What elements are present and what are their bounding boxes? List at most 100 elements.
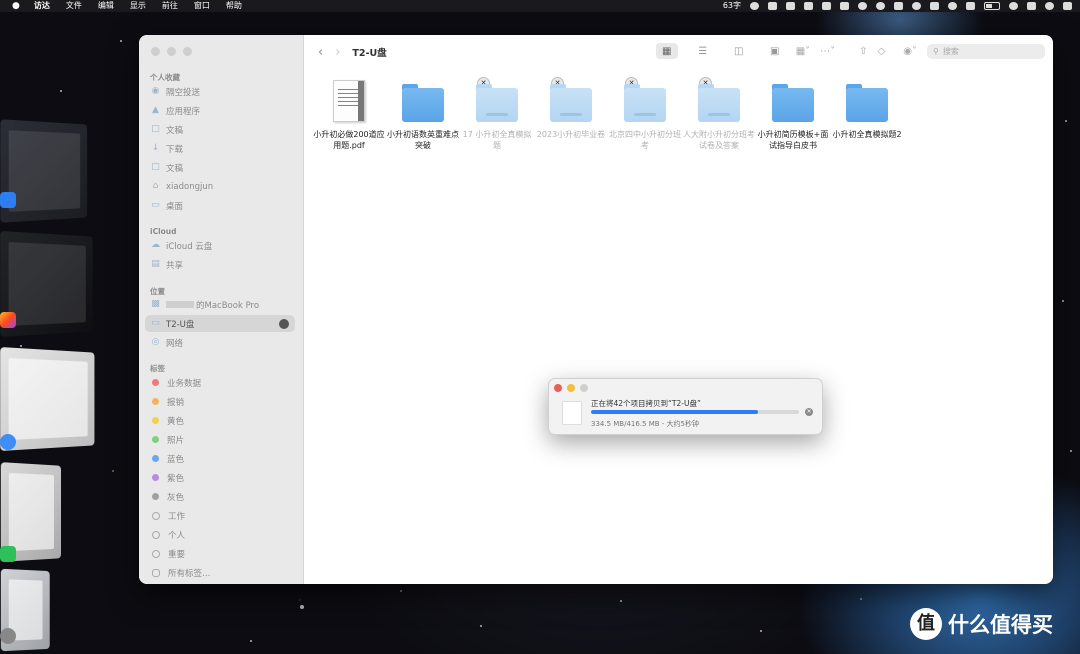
more-actions-icon[interactable]: ⋯˅ — [820, 46, 835, 57]
menu-go[interactable]: 前往 — [154, 0, 186, 12]
control-center-icon[interactable] — [1063, 2, 1072, 10]
settings-app-icon[interactable] — [0, 628, 16, 644]
stage-manager-window-3[interactable] — [0, 347, 95, 451]
battery-icon[interactable] — [984, 2, 1000, 10]
file-item[interactable]: 小升初必做200道应用题.pdf — [312, 79, 386, 151]
sidebar-tag-yellow[interactable]: 黄色 — [145, 412, 295, 429]
share-icon[interactable]: ⇧ — [859, 46, 867, 57]
play-icon[interactable] — [912, 2, 921, 10]
word-count-status[interactable]: 63字 — [723, 0, 741, 12]
dialog-close-button[interactable] — [554, 384, 562, 392]
sidebar-tag-personal[interactable]: 个人 — [145, 526, 295, 543]
download-icon: ↓ — [151, 143, 160, 153]
safari-icon[interactable] — [0, 434, 16, 450]
back-arrow-icon[interactable]: ‹ — [318, 45, 323, 60]
menu-window[interactable]: 窗口 — [186, 0, 218, 12]
wechat-app-icon[interactable] — [0, 546, 16, 562]
pin-icon[interactable] — [894, 2, 903, 10]
sidebar-tag-gray[interactable]: 灰色 — [145, 488, 295, 505]
spotlight-search-icon[interactable] — [1045, 2, 1054, 10]
copy-progress-bar — [591, 410, 799, 414]
sidebar-item-shared[interactable]: ▤ 共享 — [145, 256, 295, 273]
sidebar-item-home[interactable]: ⌂ xiadongjun — [145, 178, 295, 195]
bluetooth-icon[interactable] — [966, 2, 975, 10]
folder-item[interactable]: 小升初语数英重难点突破 — [386, 79, 460, 151]
menu-edit[interactable]: 编辑 — [90, 0, 122, 12]
menu-help[interactable]: 帮助 — [218, 0, 250, 12]
window-controls — [151, 47, 192, 56]
record-icon[interactable] — [948, 2, 957, 10]
app-status-icon[interactable] — [1027, 2, 1036, 10]
stop-copy-icon[interactable]: ✕ — [805, 408, 813, 416]
sidebar-tag-work[interactable]: 工作 — [145, 507, 295, 524]
gallery-view-icon[interactable]: ▣ — [764, 43, 786, 59]
sidebar-item-label: 下载 — [166, 144, 184, 155]
sidebar-item-desktop[interactable]: ▭ 桌面 — [145, 197, 295, 214]
menu-bar: ● 访达 文件 编辑 显示 前往 窗口 帮助 63字 — [0, 0, 1080, 12]
monitor-icon[interactable] — [930, 2, 939, 10]
screenshot-icon[interactable] — [804, 2, 813, 10]
sidebar-item-network[interactable]: ◎ 网络 — [145, 334, 295, 351]
wps-icon[interactable] — [822, 2, 831, 10]
list-view-icon[interactable]: ☰ — [692, 43, 714, 59]
sidebar-item-macbook[interactable]: ▩ 的MacBook Pro — [145, 296, 295, 313]
sidebar-tag-blue[interactable]: 蓝色 — [145, 450, 295, 467]
sidebar-item-label: 灰色 — [167, 492, 185, 503]
sidebar-tag-business[interactable]: 业务数据 — [145, 374, 295, 391]
zoom-button[interactable] — [183, 47, 192, 56]
sidebar-tag-all[interactable]: 所有标签… — [145, 564, 295, 581]
sidebar-item-applications[interactable]: ▲ 应用程序 — [145, 102, 295, 119]
copy-progress-status: 334.5 MB/416.5 MB - 大约5秒钟 — [591, 420, 700, 428]
sidebar-item-documents-2[interactable]: □ 文稿 — [145, 159, 295, 176]
input-method-icon[interactable] — [786, 2, 795, 10]
folder-item[interactable]: 小升初简历模板+面试指导白皮书 — [756, 79, 830, 151]
folder-item-copying[interactable]: ✕ 17 小升初全真模拟题 — [460, 77, 534, 151]
sidebar-tag-important[interactable]: 重要 — [145, 545, 295, 562]
hollow-tag-icon — [152, 511, 160, 520]
tag-icon[interactable]: ◇ — [878, 46, 886, 57]
apple-menu-icon[interactable]: ● — [6, 0, 26, 12]
search-field[interactable]: ⚲ 搜索 — [927, 43, 1045, 59]
wifi-icon[interactable] — [1009, 2, 1018, 10]
purple-tag-icon — [152, 474, 159, 481]
icon-view-icon[interactable]: ▦ — [655, 43, 678, 59]
wechat-icon[interactable] — [876, 2, 885, 10]
sidebar-tag-reimbursement[interactable]: 报销 — [145, 393, 295, 410]
group-by-icon[interactable]: ▦˅ — [796, 46, 810, 57]
sidebar-item-icloud-drive[interactable]: ☁ iCloud 云盘 — [145, 237, 295, 254]
sidebar-item-label: 应用程序 — [166, 106, 201, 117]
menu-file[interactable]: 文件 — [58, 0, 90, 12]
folder-item[interactable]: 小升初全真模拟题2 — [830, 79, 904, 140]
dialog-minimize-button[interactable] — [567, 384, 575, 392]
sidebar-item-label: 所有标签… — [168, 568, 211, 579]
progress-pie-icon[interactable] — [279, 318, 289, 329]
microphone-icon[interactable] — [768, 2, 777, 10]
sidebar-item-label: 蓝色 — [167, 454, 185, 465]
sidebar-item-downloads[interactable]: ↓ 下载 — [145, 140, 295, 157]
link-icon[interactable] — [858, 2, 867, 10]
folder-item-copying[interactable]: ✕ 人大附小升初分班考试卷及答案 — [682, 77, 756, 151]
folder-item-copying[interactable]: ✕ 北京四中小升初分班考 — [608, 77, 682, 151]
close-button[interactable] — [151, 47, 160, 56]
menu-view[interactable]: 显示 — [122, 0, 154, 12]
tool-icon[interactable] — [840, 2, 849, 10]
account-icon[interactable]: ◉˅ — [903, 46, 917, 57]
folder-item-copying[interactable]: ✕ 2023小升初毕业卷 — [534, 77, 608, 140]
sidebar-item-label: 重要 — [168, 549, 186, 560]
menu-app-name[interactable]: 访达 — [26, 0, 58, 12]
sidebar-item-label: 文稿 — [166, 163, 184, 174]
column-view-icon[interactable]: ◫ — [728, 43, 750, 59]
sidebar-tag-purple[interactable]: 紫色 — [145, 469, 295, 486]
document-icon: □ — [151, 162, 160, 172]
app-icon-colorful[interactable] — [0, 312, 16, 328]
sidebar-item-documents[interactable]: □ 文稿 — [145, 121, 295, 138]
sidebar-item-airdrop[interactable]: ◉ 隔空投送 — [145, 83, 295, 100]
sidebar-tag-photos[interactable]: 照片 — [145, 431, 295, 448]
forward-arrow-icon[interactable]: › — [335, 45, 340, 60]
minimize-button[interactable] — [167, 47, 176, 56]
emoji-icon[interactable] — [750, 2, 759, 10]
app-icon-blue[interactable] — [0, 192, 16, 208]
sidebar-item-usb-drive[interactable]: ▭ T2-U盘 — [145, 315, 295, 332]
document-icon: □ — [151, 124, 160, 134]
dialog-zoom-button[interactable] — [580, 384, 588, 392]
